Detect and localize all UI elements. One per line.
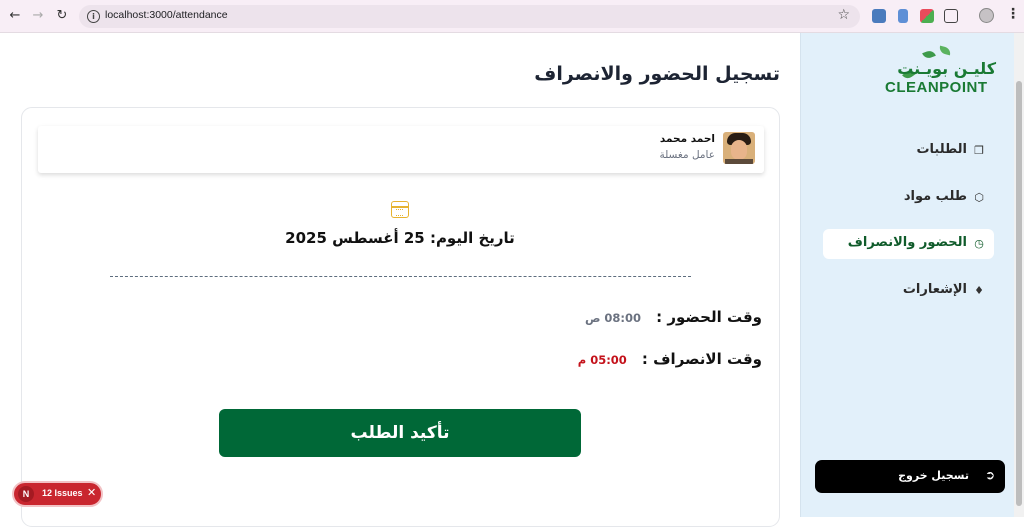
extensions-puzzle-icon[interactable] xyxy=(944,9,958,23)
extension-icon-3[interactable] xyxy=(920,9,934,23)
logout-label: تسجيل خروج xyxy=(898,469,969,482)
scrollbar-thumb[interactable] xyxy=(1016,81,1022,506)
address-bar[interactable]: i localhost:3000/attendance ☆ xyxy=(79,5,860,28)
cleanpoint-logo: كليـن بويـنت CLEANPOINT xyxy=(883,45,998,103)
forward-icon[interactable]: → xyxy=(29,7,47,25)
box-icon: ⬡ xyxy=(974,191,984,204)
clock-icon: ◷ xyxy=(974,237,984,250)
site-info-icon[interactable]: i xyxy=(87,10,100,23)
check-in-row: وقت الحضور : 08:00 ص xyxy=(585,307,762,326)
check-out-label: وقت الانصراف : xyxy=(641,350,762,368)
issues-count: 12 Issues xyxy=(42,488,83,498)
sidebar-item-label: طلب مواد xyxy=(903,189,967,204)
close-icon[interactable]: ✕ xyxy=(87,486,96,499)
logo-arabic-text: كليـن بويـنت xyxy=(897,59,996,78)
calendar-icon xyxy=(391,201,409,218)
logout-button[interactable]: ➲ تسجيل خروج xyxy=(815,460,1005,493)
profile-avatar[interactable] xyxy=(979,8,994,23)
today-date: تاريخ اليوم: 25 أغسطس 2025 xyxy=(285,229,515,247)
dashed-divider xyxy=(110,276,691,277)
page-title: تسجيل الحضور والانصراف xyxy=(534,63,780,85)
employee-card: احمد محمد عامل مغسلة xyxy=(38,126,764,173)
sidebar-item-label: الحضور والانصراف xyxy=(847,235,967,250)
browser-toolbar: ← → ↻ i localhost:3000/attendance ☆ ⋮ xyxy=(0,0,1024,33)
url-text: localhost:3000/attendance xyxy=(105,9,228,21)
check-in-label: وقت الحضور : xyxy=(656,308,762,326)
scrollbar[interactable] xyxy=(1014,33,1024,517)
check-in-time: 08:00 ص xyxy=(584,311,642,325)
sidebar-item-label: الطلبات xyxy=(916,142,967,157)
check-out-time: 05:00 م xyxy=(577,353,627,367)
sidebar-item-orders[interactable]: ❐ الطلبات xyxy=(823,136,994,166)
sidebar-item-label: الإشعارات xyxy=(902,282,967,297)
extension-icon-2[interactable] xyxy=(898,9,908,23)
issues-badge[interactable]: N 12 Issues ✕ xyxy=(12,481,103,507)
sidebar-item-materials[interactable]: ⬡ طلب مواد xyxy=(823,183,994,213)
browser-menu-icon[interactable]: ⋮ xyxy=(1006,6,1020,22)
sidebar-item-notifications[interactable]: ♦ الإشعارات xyxy=(823,276,994,306)
employee-avatar xyxy=(723,132,755,164)
reload-icon[interactable]: ↻ xyxy=(53,7,71,25)
employee-role: عامل مغسلة xyxy=(659,149,715,161)
bookmark-star-icon[interactable]: ☆ xyxy=(837,7,850,23)
confirm-button[interactable]: تأكيد الطلب xyxy=(219,409,581,457)
bell-icon: ♦ xyxy=(974,284,984,297)
check-out-row: وقت الانصراف : 05:00 م xyxy=(578,349,762,368)
logo-english-text: CLEANPOINT xyxy=(885,79,988,96)
employee-name: احمد محمد xyxy=(659,133,715,145)
sidebar: كليـن بويـنت CLEANPOINT ❐ الطلبات ⬡ طلب … xyxy=(800,33,1014,517)
nextjs-icon: N xyxy=(18,486,34,502)
back-icon[interactable]: ← xyxy=(6,7,24,25)
sidebar-item-attendance[interactable]: ◷ الحضور والانصراف xyxy=(823,229,994,259)
extension-icon[interactable] xyxy=(872,9,886,23)
logout-icon: ➲ xyxy=(984,468,995,482)
orders-icon: ❐ xyxy=(974,144,984,157)
